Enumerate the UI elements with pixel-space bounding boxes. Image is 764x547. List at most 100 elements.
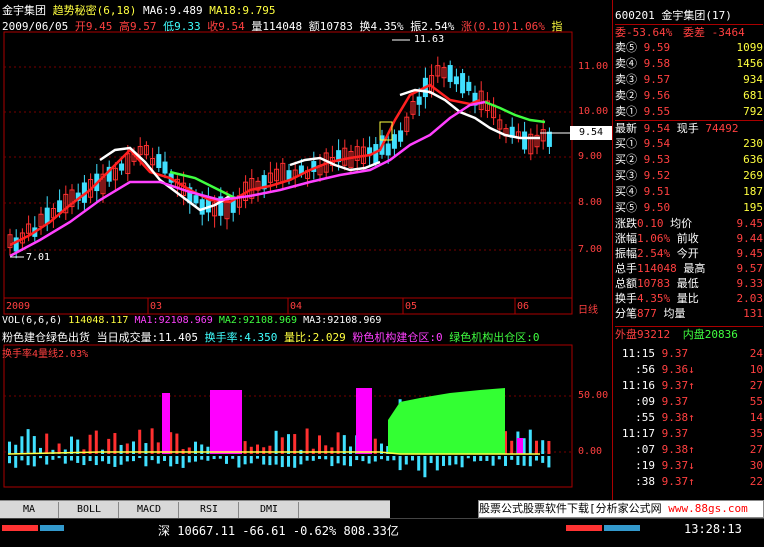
tick-dir: ↑ <box>688 379 695 392</box>
tick-row: 11:15 9.37 24 <box>615 346 763 361</box>
buy-price: 9.54 <box>643 137 671 150</box>
volume-bar-down <box>150 456 154 461</box>
buy-row: 买① 9.54 230 <box>615 136 763 151</box>
sell-label: 卖② <box>615 89 637 102</box>
tick-time: :38 <box>635 475 655 488</box>
buy-label: 买④ <box>615 185 637 198</box>
stat-label2: 最高 <box>683 262 706 275</box>
index-amt: 808.33亿 <box>343 524 399 538</box>
tab-rsi[interactable]: RSI <box>180 502 239 518</box>
stat-label2: 最低 <box>676 277 699 290</box>
volume-bar <box>70 436 73 454</box>
y-label-9: 9.00 <box>578 151 603 162</box>
volume-bar <box>287 434 290 454</box>
formula-volume: 当日成交量:11.405 <box>96 331 198 344</box>
latest-row: 最新 9.54 现手 74492 <box>615 120 763 136</box>
buy-label: 买② <box>615 153 637 166</box>
tick-price: 9.37 <box>661 475 689 488</box>
volume-bar-down <box>516 456 520 466</box>
tick-row: :09 9.37 55 <box>615 394 763 409</box>
stat-row: 涨幅1.06% 前收 9.44 <box>615 231 763 246</box>
buy-label: 买③ <box>615 169 637 182</box>
tick-time: 11:15 <box>621 347 655 360</box>
buy-vol: 269 <box>743 169 763 182</box>
stat-value: 10783 <box>637 277 671 290</box>
volume-bar-down <box>497 456 501 460</box>
vol-y-label-0: 0.00 <box>578 446 603 457</box>
volume-bar-down <box>342 456 346 466</box>
stat-value2: 2.03 <box>736 292 764 305</box>
volume-bar <box>94 430 98 454</box>
volume-bar-down <box>14 456 18 468</box>
y-label-11: 11.00 <box>578 61 609 72</box>
stock-title: 金宇集团(17) <box>661 9 732 22</box>
tick-price: 9.37 <box>661 427 689 440</box>
ma-magenta-line <box>9 100 486 258</box>
volume-bar-down <box>355 456 359 461</box>
volume-bar-down <box>32 456 36 467</box>
tab-boll[interactable]: BOLL <box>60 502 119 518</box>
tick-price: 9.37 <box>661 395 689 408</box>
tick-time: :09 <box>635 395 655 408</box>
tab-ma[interactable]: MA <box>0 502 59 518</box>
pink-zone-3 <box>356 388 372 454</box>
tick-price: 9.36 <box>661 363 689 376</box>
x-label-03: 03 <box>150 301 163 312</box>
vol-ma3: MA3:92108.969 <box>303 315 382 326</box>
latest-vol: 74492 <box>705 122 739 135</box>
volume-bar <box>342 435 346 454</box>
volume-bar <box>113 433 117 454</box>
vol-y-label-50: 50.00 <box>578 390 609 401</box>
buy-label: 买① <box>615 137 637 150</box>
volume-bar-down <box>299 456 303 465</box>
tick-time: :07 <box>635 443 655 456</box>
volume-bar-down <box>70 456 73 461</box>
kline-chart[interactable]: 11.63 7.01 <box>0 0 612 500</box>
tick-dir: ↑ <box>688 411 695 424</box>
stat-row: 总手114048 最高 9.57 <box>615 261 763 276</box>
stat-label2: 今开 <box>676 247 699 260</box>
volume-bar-down <box>466 456 470 459</box>
quote-panel: 600201 金宇集团(17) 委-53.64% 委差 -3464 卖⑤ 9.5… <box>612 0 764 500</box>
buy-row: 买④ 9.51 187 <box>615 184 763 199</box>
stat-value2: 9.45 <box>736 247 764 260</box>
stat-value: 2.54% <box>637 247 671 260</box>
sell-vol: 934 <box>743 73 763 86</box>
volume-bar <box>175 433 179 454</box>
volume-bar-down <box>187 456 191 463</box>
volume-bar-down <box>156 456 160 464</box>
tab-dmi[interactable]: DMI <box>240 502 299 518</box>
period-label[interactable]: 日线 <box>578 301 598 316</box>
volume-bar-down <box>256 456 259 459</box>
volume-bar <box>547 440 551 454</box>
index-quote: 深 10667.11 -66.61 -0.62% 808.33亿 <box>158 522 399 539</box>
tick-time: 11:16 <box>621 379 655 392</box>
tick-row: :55 9.38↑ 14 <box>615 410 763 425</box>
x-label-04: 04 <box>290 301 303 312</box>
volume-bar <box>26 429 30 454</box>
volume-bar-down <box>287 456 290 467</box>
stat-value2: 9.33 <box>736 277 764 290</box>
ad-banner[interactable]: 股票公式股票软件下载[分析家公式网 www.88gs.com <box>478 500 764 518</box>
volume-bar-down <box>200 456 204 460</box>
volume-bar-down <box>528 456 532 467</box>
buy-row: 买③ 9.52 269 <box>615 168 763 183</box>
volume-bar-down <box>169 456 173 467</box>
quote-title-row: 600201 金宇集团(17) <box>615 8 763 23</box>
candle <box>162 161 168 174</box>
sell-row: 卖① 9.55 792 <box>615 104 763 119</box>
volume-bar <box>262 447 266 454</box>
tick-price: 9.38 <box>661 443 689 456</box>
buy-price: 9.51 <box>643 185 671 198</box>
tick-row: :38 9.37↑ 22 <box>615 474 763 489</box>
tab-macd[interactable]: MACD <box>120 502 179 518</box>
volume-bar <box>541 440 545 454</box>
chart-area[interactable]: 金宇集团 趋势秘密(6,18) MA6:9.489 MA18:9.795 200… <box>0 0 612 500</box>
volume-bar-down <box>237 456 241 468</box>
volume-bar-down <box>386 456 390 461</box>
tick-vol: 30 <box>749 459 763 472</box>
tick-vol: 27 <box>749 443 763 456</box>
volume-bar-down <box>274 456 278 465</box>
tick-vol: 55 <box>749 395 763 408</box>
stat-label2: 均价 <box>670 217 693 230</box>
